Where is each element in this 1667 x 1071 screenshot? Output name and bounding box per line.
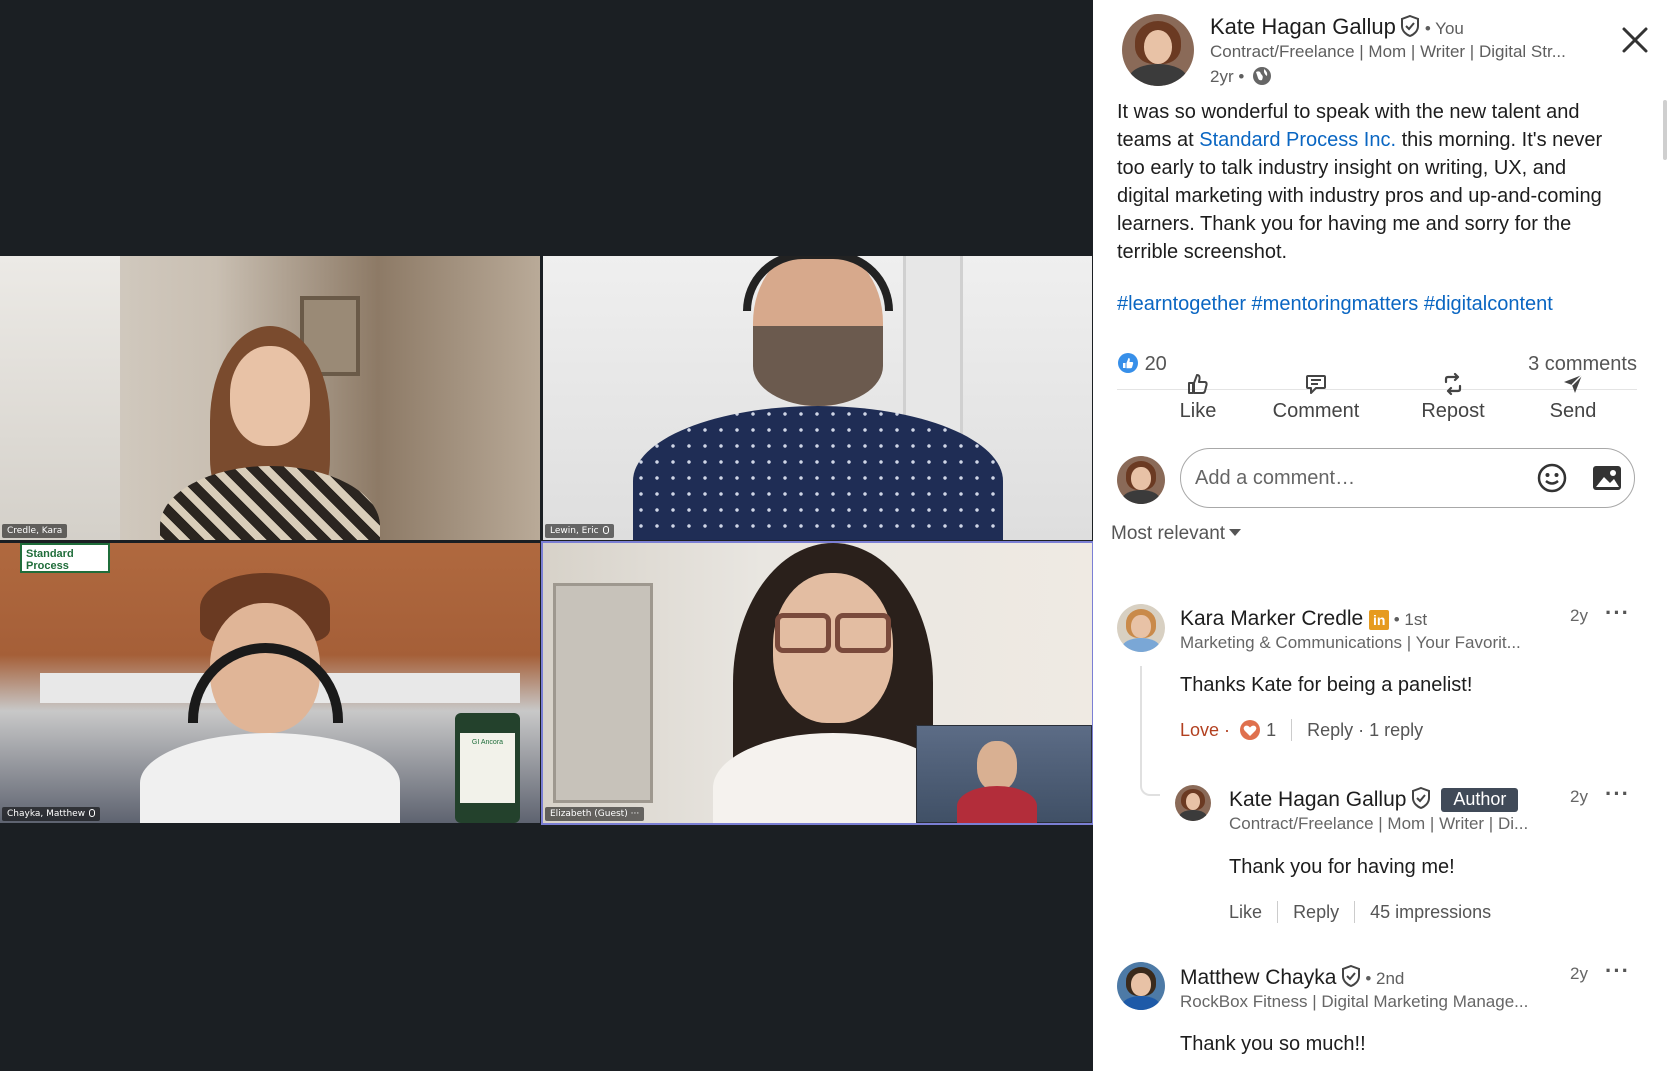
repost-icon (1444, 372, 1462, 396)
commenter-headline: Marketing & Communications | Your Favori… (1180, 633, 1521, 652)
thread-line (1140, 666, 1160, 796)
comment-icon (1306, 375, 1326, 394)
comment-time: 2y (1570, 787, 1588, 806)
self-view-thumbnail (916, 725, 1092, 823)
comment-text: Thanks Kate for being a panelist! (1180, 674, 1473, 696)
impressions-count: 45 impressions (1370, 902, 1492, 922)
post-panel: Kate Hagan Gallup • You Contract/Freelan… (1093, 0, 1667, 1071)
comment-button[interactable]: Comment (1251, 372, 1381, 423)
like-button[interactable]: Like (1153, 372, 1243, 423)
comment-actions: Love · 1 Reply · 1 reply (1180, 719, 1423, 741)
company-link[interactable]: Standard Process Inc. (1199, 129, 1396, 151)
like-button[interactable]: Like (1229, 902, 1262, 922)
author-name[interactable]: Kate Hagan Gallup (1210, 14, 1396, 39)
like-icon (1188, 374, 1208, 394)
comment-time: 2y (1570, 606, 1588, 625)
linkedin-premium-icon: in (1369, 610, 1390, 630)
commenter-avatar[interactable] (1117, 604, 1165, 652)
post-time: 2yr • (1210, 66, 1272, 87)
scrollbar[interactable] (1663, 100, 1667, 160)
muted-mic-icon (602, 526, 609, 534)
comment-header: Kate Hagan Gallup Author (1229, 787, 1519, 812)
connection-degree: • 2nd (1365, 969, 1405, 988)
send-icon (1564, 374, 1583, 393)
image-icon[interactable] (1591, 463, 1623, 493)
author-line: Kate Hagan Gallup • You (1210, 14, 1464, 40)
post-body: It was so wonderful to speak with the ne… (1117, 101, 1603, 263)
reply-button[interactable]: Reply (1307, 720, 1353, 740)
love-reaction-icon (1240, 720, 1261, 740)
sort-dropdown[interactable]: Most relevant (1111, 523, 1242, 545)
replies-count[interactable]: · 1 reply (1358, 720, 1423, 740)
comment-header: Kara Marker Credle in • 1st (1180, 607, 1427, 631)
video-tile-matthew: Standard Process GI Ancora Chayka, Matth… (0, 543, 540, 823)
commenter-avatar[interactable] (1175, 785, 1211, 821)
like-reaction-icon (1118, 353, 1138, 373)
video-tile-kara: Credle, Kara (0, 256, 540, 540)
love-reaction-label[interactable]: Love · (1180, 720, 1230, 740)
participant-name-tag: Lewin, Eric (545, 524, 614, 538)
reply-button[interactable]: Reply (1293, 902, 1339, 922)
commenter-name[interactable]: Kara Marker Credle (1180, 607, 1363, 630)
commenter-headline: Contract/Freelance | Mom | Writer | Di..… (1229, 814, 1529, 833)
supplement-bottle: GI Ancora (455, 713, 520, 823)
reaction-count[interactable]: 1 (1266, 720, 1276, 740)
connection-degree: • 1st (1393, 610, 1428, 629)
more-options-icon[interactable]: ··· (1605, 600, 1630, 626)
commenter-name[interactable]: Kate Hagan Gallup (1229, 788, 1406, 811)
comment-time: 2y (1570, 964, 1588, 983)
verified-shield-icon (1401, 15, 1420, 37)
commenter-avatar[interactable] (1117, 962, 1165, 1010)
emoji-icon[interactable] (1536, 462, 1568, 494)
verified-shield-icon (1341, 965, 1360, 987)
comment-header: Matthew Chayka • 2nd (1180, 965, 1404, 990)
user-avatar (1117, 456, 1165, 504)
author-avatar[interactable] (1122, 14, 1194, 86)
commenter-headline: RockBox Fitness | Digital Marketing Mana… (1180, 992, 1529, 1011)
comment-input[interactable] (1195, 463, 1495, 493)
more-options-icon[interactable]: ··· (1605, 781, 1630, 807)
muted-mic-icon (89, 809, 96, 817)
participant-name-tag: Elizabeth (Guest) ··· (545, 807, 645, 821)
logo-sign: Standard Process (20, 543, 110, 573)
author-headline: Contract/Freelance | Mom | Writer | Digi… (1210, 42, 1566, 61)
participant-name-tag: Credle, Kara (2, 524, 68, 538)
video-tile-eric: Lewin, Eric (543, 256, 1092, 540)
comment-text: Thank you for having me! (1229, 856, 1455, 878)
you-label: • You (1424, 19, 1464, 38)
caret-down-icon (1229, 529, 1242, 536)
send-button[interactable]: Send (1533, 372, 1613, 423)
more-options-icon[interactable]: ··· (1605, 958, 1630, 984)
repost-button[interactable]: Repost (1398, 372, 1508, 423)
comment-text: Thank you so much!! (1180, 1033, 1366, 1055)
post-hashtags[interactable]: #learntogether #mentoringmatters #digita… (1117, 293, 1553, 316)
comment-box (1180, 448, 1635, 508)
verified-shield-icon (1411, 787, 1430, 809)
commenter-name[interactable]: Matthew Chayka (1180, 966, 1336, 989)
globe-icon (1253, 67, 1272, 85)
video-tile-elizabeth: Elizabeth (Guest) ··· (541, 541, 1093, 825)
author-badge: Author (1441, 788, 1519, 812)
participant-name-tag: Chayka, Matthew (2, 807, 101, 821)
comment-actions: Like Reply 45 impressions (1229, 901, 1491, 923)
image-viewer: Credle, Kara Lewin, Eric Standard Proces… (0, 0, 1093, 1071)
close-icon[interactable] (1621, 26, 1649, 54)
